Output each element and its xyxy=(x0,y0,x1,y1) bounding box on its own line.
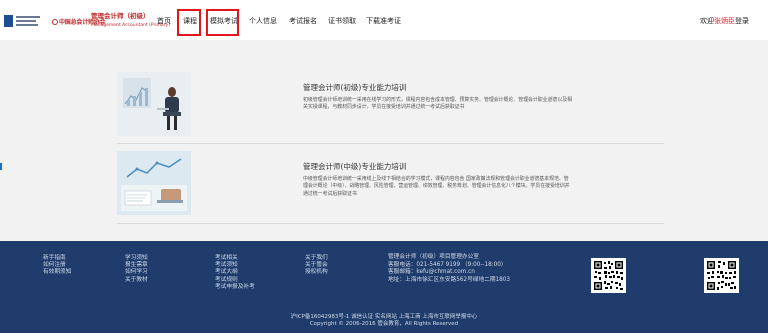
course-thumbnail-intermediate[interactable] xyxy=(117,151,191,215)
footer-column-exam: 考试相关 考试须知 考试大纲 考试规则 考试申报及补考 xyxy=(215,255,255,291)
nav-exam-registration[interactable]: 考试报名 xyxy=(289,16,317,26)
welcome-area: 欢迎张炳臣登录 xyxy=(700,17,749,25)
footer-column-guide: 新手指南 如何注册 有效期须知 xyxy=(43,255,71,277)
side-scroll-marker[interactable] xyxy=(0,163,2,170)
nav-home[interactable]: 首页 xyxy=(157,16,171,26)
office-contact-info: 管理会计师（初级）项目管理办公室 客服电话：021-5467 9199 （9:0… xyxy=(388,254,510,284)
footer-column-study: 学习须知 报生需章 如何学习 关于教材 xyxy=(125,255,148,284)
footer-link[interactable]: 如何学习 xyxy=(125,269,148,276)
nav-certificate[interactable]: 证书领取 xyxy=(328,16,356,26)
footer-link[interactable]: 考试申报及补考 xyxy=(215,284,255,291)
footer-link[interactable]: 关于教材 xyxy=(125,277,148,284)
nav-profile[interactable]: 个人信息 xyxy=(249,16,277,26)
course-card-intermediate[interactable]: 管理会计师(中级)专业能力培训 中级管理会计师培训统一采用线上及线下相结合的学习… xyxy=(117,151,664,217)
course-title-primary[interactable]: 管理会计师(初级)专业能力培训 xyxy=(303,82,406,93)
course-card-primary[interactable]: 管理会计师(初级)专业能力培训 初级管理会计师培训统一采用在线学习的形式，课程内… xyxy=(117,72,664,138)
footer-link[interactable]: 授权机构 xyxy=(305,269,328,276)
footer-link[interactable]: 考试规则 xyxy=(215,277,255,284)
username-link[interactable]: 张炳臣 xyxy=(714,17,735,25)
institute-logo[interactable] xyxy=(4,13,44,29)
footer-legal: 沪ICP备16042983号-1 诚信认证 实名网站 上海工商 上海市互联网举报… xyxy=(0,314,768,329)
association-seal-icon xyxy=(52,19,58,25)
nav-courses-highlight-box xyxy=(177,9,201,36)
course-description-primary: 初级管理会计师培训统一采用在线学习的形式，课程内容包含成本管理、预算实务、管理会… xyxy=(303,97,572,111)
nav-admission-ticket[interactable]: 下载准考证 xyxy=(366,16,401,26)
course-description-intermediate: 中级管理会计师培训统一采用线上及线下相结合的学习模式，课程内容包含 国家政策法规… xyxy=(303,176,570,197)
nav-mock-exam-highlight-box xyxy=(206,9,239,36)
office-phone: 客服电话：021-5467 9199 （9:00--18:00） xyxy=(388,261,507,268)
qr-code-icon xyxy=(591,258,626,293)
office-email[interactable]: 客服邮箱：kefu@chmat.com.cn xyxy=(388,269,510,277)
course-divider xyxy=(117,143,664,144)
office-address: 地址：上海市徐汇区东安路562号绿地二期1803 xyxy=(388,276,511,283)
footer-column-about: 关于我们 关于管会 授权机构 xyxy=(305,255,328,277)
office-title: 管理会计师（初级）项目管理办公室 xyxy=(388,254,479,260)
copyright: Copyright © 2006-2016 管会教育，All Rights Re… xyxy=(309,321,459,328)
site-footer: 新手指南 如何注册 有效期须知 学习须知 报生需章 如何学习 关于教材 考试相关… xyxy=(0,241,768,333)
course-title-intermediate[interactable]: 管理会计师(中级)专业能力培训 xyxy=(303,161,406,172)
course-divider xyxy=(117,223,664,224)
course-thumbnail-primary[interactable] xyxy=(117,72,191,136)
footer-link[interactable]: 有效期须知 xyxy=(43,269,71,276)
qr-code-icon xyxy=(704,258,739,293)
footer-link[interactable]: 考试大纲 xyxy=(215,269,255,276)
login-link[interactable]: 登录 xyxy=(735,17,749,25)
top-navigation-bar: 中国总会计师协会 管理会计师（初级） Management Accountant… xyxy=(0,0,768,40)
